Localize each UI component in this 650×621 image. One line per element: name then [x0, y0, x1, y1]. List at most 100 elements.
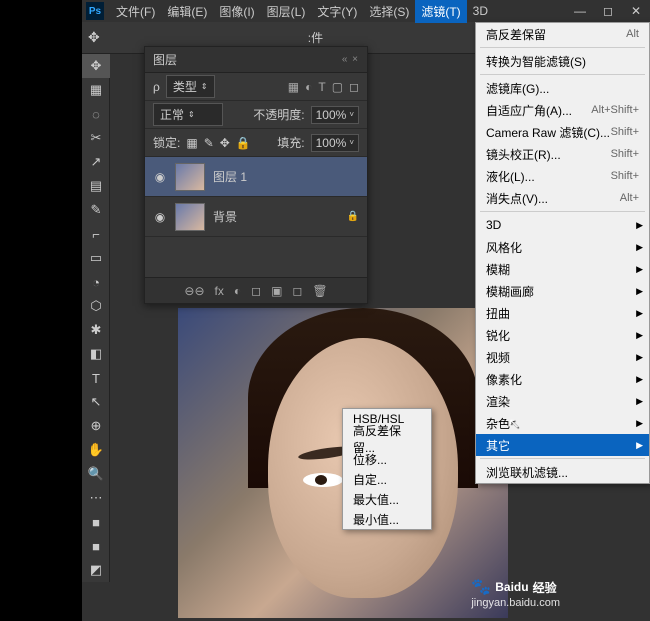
filter-pixel-icon[interactable]: ▦	[288, 80, 299, 94]
filter-icons: ▦ ◐ T ▢ ◻	[288, 80, 359, 94]
close-button[interactable]: ✕	[622, 0, 650, 22]
visibility-icon[interactable]: ◉	[153, 170, 167, 184]
photoshop-window: Ps 文件(F) 编辑(E) 图像(I) 图层(L) 文字(Y) 选择(S) 滤…	[82, 0, 650, 621]
filter-camera-raw[interactable]: Camera Raw 滤镜(C)...Shift+	[476, 121, 649, 143]
toolbox: ✥ ▦ ◌ ✂ ↗ ▤ ✎ ⌐ ▭ ◔ ⬡ ✱ ◧ T ↖ ⊕ ✋ 🔍 ⋯ ■ …	[82, 54, 110, 582]
lock-position-icon[interactable]: ✎	[204, 136, 214, 150]
layer-row[interactable]: ◉ 图层 1	[145, 157, 367, 197]
opacity-input[interactable]: 100% ˅	[311, 106, 359, 124]
tool-crop[interactable]: ✂	[82, 126, 110, 150]
filter-text-icon[interactable]: T	[318, 80, 325, 94]
tool-brush[interactable]: ✎	[82, 198, 110, 222]
submenu-custom[interactable]: 自定...	[343, 469, 431, 489]
opacity-label: 不透明度:	[253, 106, 304, 123]
filter-render[interactable]: 渲染▶	[476, 390, 649, 412]
lock-label: 锁定:	[153, 134, 180, 151]
menu-file[interactable]: 文件(F)	[110, 0, 161, 23]
tool-pen[interactable]: ◧	[82, 342, 110, 366]
trash-icon[interactable]: 🗑	[312, 284, 327, 298]
minimize-button[interactable]: ―	[566, 0, 594, 22]
image-eye	[303, 473, 343, 487]
tool-path[interactable]: ↖	[82, 390, 110, 414]
tool-hand[interactable]: ✋	[82, 438, 110, 462]
filter-last[interactable]: 高反差保留Alt	[476, 23, 649, 45]
tool-zoom[interactable]: 🔍	[82, 462, 110, 486]
maximize-button[interactable]: ◻	[594, 0, 622, 22]
menu-layer[interactable]: 图层(L)	[261, 0, 312, 23]
panel-pin-close[interactable]: « ×	[342, 54, 359, 65]
cursor-icon: ↖	[508, 415, 520, 432]
tool-eyedropper[interactable]: ↗	[82, 150, 110, 174]
filter-3d[interactable]: 3D▶	[476, 214, 649, 236]
menu-select[interactable]: 选择(S)	[363, 0, 415, 23]
panel-header[interactable]: 图层 « ×	[145, 47, 367, 73]
watermark-suffix: 经验	[533, 579, 557, 596]
layer-row[interactable]: ◉ 背景 🔒	[145, 197, 367, 237]
filter-type-dropdown[interactable]: 类型 ⇕	[166, 75, 215, 98]
tool-move[interactable]: ✥	[82, 54, 110, 78]
filter-lens-correction[interactable]: 镜头校正(R)...Shift+	[476, 143, 649, 165]
submenu-maximum[interactable]: 最大值...	[343, 489, 431, 509]
link-layers-icon[interactable]: ⊖⊖	[184, 284, 204, 298]
lock-all-icon[interactable]: 🔒	[236, 136, 251, 150]
filter-sharpen[interactable]: 锐化▶	[476, 324, 649, 346]
filter-vanishing[interactable]: 消失点(V)...Alt+	[476, 187, 649, 209]
tool-eraser[interactable]: ▭	[82, 246, 110, 270]
chevron-down-icon: ⇕	[188, 110, 195, 119]
lock-pixels-icon[interactable]: ▦	[186, 136, 197, 150]
filter-liquify[interactable]: 液化(L)...Shift+	[476, 165, 649, 187]
filter-distort[interactable]: 扭曲▶	[476, 302, 649, 324]
filter-blur[interactable]: 模糊▶	[476, 258, 649, 280]
tool-gradient[interactable]: ◔	[82, 270, 110, 294]
tool-more[interactable]: ⋯	[82, 486, 110, 510]
mask-icon[interactable]: ◐	[234, 284, 241, 298]
filter-adjust-icon[interactable]: ◐	[305, 80, 312, 94]
submenu-minimum[interactable]: 最小值...	[343, 509, 431, 529]
lock-move-icon[interactable]: ✥	[220, 136, 230, 150]
filter-video[interactable]: 视频▶	[476, 346, 649, 368]
visibility-icon[interactable]: ◉	[153, 210, 167, 224]
fill-input[interactable]: 100% ˅	[311, 134, 359, 152]
filter-pixelate[interactable]: 像素化▶	[476, 368, 649, 390]
menu-3d[interactable]: 3D	[467, 1, 494, 21]
tool-dodge[interactable]: ✱	[82, 318, 110, 342]
tool-lasso[interactable]: ◌	[82, 102, 110, 126]
filter-noise[interactable]: 杂色▶	[476, 412, 649, 434]
tool-clone[interactable]: ⌐	[82, 222, 110, 246]
filter-stylize[interactable]: 风格化▶	[476, 236, 649, 258]
filter-other[interactable]: 其它▶	[476, 434, 649, 456]
filter-smart-icon[interactable]: ◻	[349, 80, 359, 94]
layer-thumbnail[interactable]	[175, 163, 205, 191]
tool-shape[interactable]: ⊕	[82, 414, 110, 438]
layer-name[interactable]: 背景	[213, 208, 237, 225]
tool-type[interactable]: T	[82, 366, 110, 390]
panel-title: 图层	[153, 51, 177, 68]
new-layer-icon[interactable]: ◻	[292, 284, 302, 298]
adjustment-icon[interactable]: ◻	[251, 284, 261, 298]
tool-blur[interactable]: ⬡	[82, 294, 110, 318]
ps-logo: Ps	[86, 2, 104, 20]
fx-icon[interactable]: fx	[215, 284, 224, 298]
submenu-highpass[interactable]: 高反差保留...	[343, 429, 431, 449]
layer-thumbnail[interactable]	[175, 203, 205, 231]
background-color[interactable]: ■	[82, 534, 110, 558]
filter-menu: 高反差保留Alt 转换为智能滤镜(S) 滤镜库(G)... 自适应广角(A)..…	[475, 22, 650, 484]
menu-edit[interactable]: 编辑(E)	[161, 0, 213, 23]
blend-mode-dropdown[interactable]: 正常 ⇕	[153, 103, 223, 126]
tool-marquee[interactable]: ▦	[82, 78, 110, 102]
filter-blur-gallery[interactable]: 模糊画廊▶	[476, 280, 649, 302]
filter-browse-online[interactable]: 浏览联机滤镜...	[476, 461, 649, 483]
panel-footer: ⊖⊖ fx ◐ ◻ ▣ ◻ 🗑	[145, 277, 367, 303]
menu-image[interactable]: 图像(I)	[213, 0, 260, 23]
menu-filter[interactable]: 滤镜(T)	[415, 0, 466, 23]
filter-shape-icon[interactable]: ▢	[332, 80, 343, 94]
foreground-color[interactable]: ■	[82, 510, 110, 534]
filter-gallery[interactable]: 滤镜库(G)...	[476, 77, 649, 99]
filter-smart-convert[interactable]: 转换为智能滤镜(S)	[476, 50, 649, 72]
quickmask-toggle[interactable]: ◩	[82, 558, 110, 582]
menu-type[interactable]: 文字(Y)	[311, 0, 363, 23]
layer-name[interactable]: 图层 1	[213, 168, 247, 185]
filter-adaptive-wide[interactable]: 自适应广角(A)...Alt+Shift+	[476, 99, 649, 121]
group-icon[interactable]: ▣	[271, 284, 282, 298]
tool-frame[interactable]: ▤	[82, 174, 110, 198]
